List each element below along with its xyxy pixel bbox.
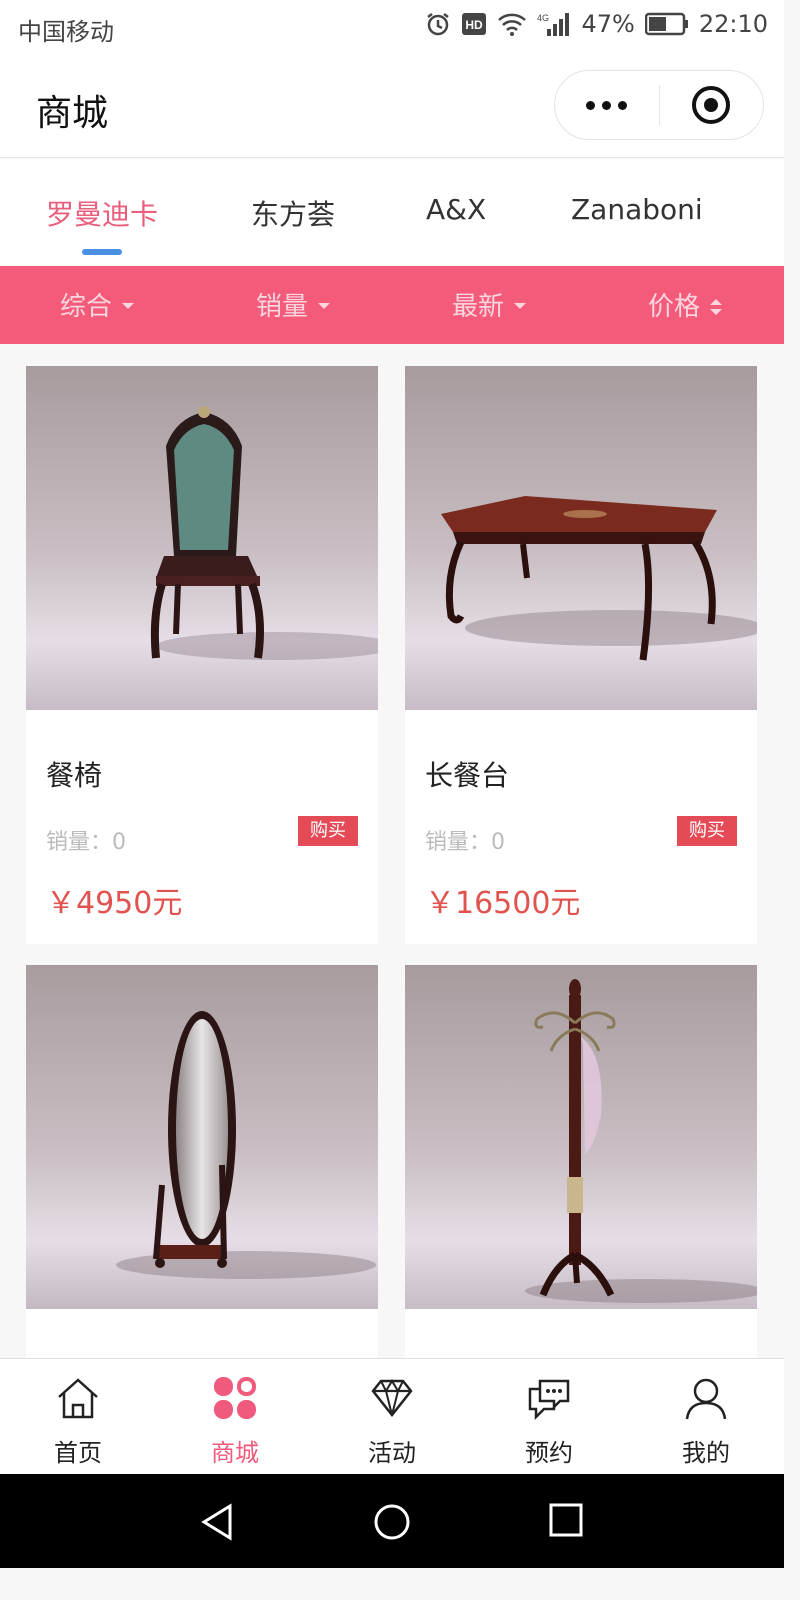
sort-newest[interactable]: 最新: [452, 286, 527, 323]
product-card[interactable]: 长餐台 销量：0 购买 ￥16500元: [405, 366, 757, 944]
tab-dongfanghui[interactable]: 东方荟: [251, 193, 335, 233]
svg-text:HD: HD: [466, 18, 484, 32]
tab-booking[interactable]: 预约: [471, 1359, 627, 1475]
product-sales: 销量：0: [46, 830, 126, 855]
clock: 22:10: [698, 10, 768, 38]
sort-price-label: 价格: [648, 292, 701, 322]
tab-mall-label: 商城: [211, 1439, 259, 1467]
carrier-label: 中国移动: [18, 18, 114, 46]
buy-button[interactable]: 购买: [677, 816, 737, 846]
caret-down-icon: [122, 302, 135, 309]
battery-percent: 47%: [581, 10, 635, 38]
svg-text:4G: 4G: [537, 13, 549, 23]
product-name: 长餐台: [425, 759, 510, 792]
tab-home[interactable]: 首页: [0, 1359, 156, 1475]
tab-activity[interactable]: 活动: [314, 1359, 470, 1475]
mini-program-capsule: [554, 70, 764, 140]
back-icon[interactable]: [198, 1502, 238, 1546]
sort-sales-label: 销量: [256, 292, 309, 322]
tab-mine[interactable]: 我的: [628, 1359, 784, 1475]
tab-home-label: 首页: [54, 1439, 102, 1467]
sort-sales[interactable]: 销量: [256, 286, 331, 323]
product-image-coat-rack[interactable]: [405, 965, 757, 1309]
system-nav-bar: [0, 1474, 784, 1568]
product-image-floor-mirror[interactable]: [26, 965, 378, 1309]
product-grid: 餐椅 销量：0 购买 ￥4950元 长餐台 销量：0 购买 ￥16500元: [0, 344, 784, 1358]
more-dots-icon[interactable]: [555, 70, 659, 140]
header: 商城: [0, 56, 784, 158]
status-bar: 中国移动 HD 4G 47% 22:10: [0, 0, 784, 56]
tab-mall[interactable]: 商城: [157, 1359, 313, 1475]
wifi-icon: [497, 11, 527, 37]
product-image-dining-table[interactable]: [405, 366, 757, 710]
active-tab-indicator: [82, 249, 122, 255]
battery-icon: [644, 12, 689, 36]
tab-booking-label: 预约: [525, 1439, 573, 1467]
tab-mine-label: 我的: [682, 1439, 730, 1467]
tab-zanaboni[interactable]: Zanaboni: [571, 193, 703, 226]
diamond-icon: [369, 1375, 415, 1425]
page-title: 商城: [36, 93, 109, 134]
sort-price[interactable]: 价格: [648, 286, 723, 323]
product-card[interactable]: 餐椅 销量：0 购买 ￥4950元: [26, 366, 378, 944]
tab-romandika[interactable]: 罗曼迪卡: [46, 193, 158, 233]
alarm-icon: [425, 11, 451, 37]
caret-down-icon: [514, 302, 527, 309]
product-card[interactable]: [405, 965, 757, 1358]
brand-tabs: 罗曼迪卡 东方荟 A&X Zanaboni: [0, 159, 784, 265]
target-close-icon[interactable]: [660, 70, 764, 140]
hd-icon: HD: [461, 12, 487, 36]
home-icon: [55, 1375, 101, 1425]
tab-activity-label: 活动: [368, 1439, 416, 1467]
product-sales: 销量：0: [425, 830, 505, 855]
product-price: ￥4950元: [46, 886, 183, 921]
signal-4g-icon: 4G: [537, 11, 571, 37]
user-icon: [683, 1375, 729, 1425]
status-icons: HD 4G 47% 22:10: [425, 10, 768, 38]
tab-ax[interactable]: A&X: [426, 193, 486, 226]
buy-button[interactable]: 购买: [298, 816, 358, 846]
home-circle-icon[interactable]: [372, 1502, 412, 1546]
product-price: ￥16500元: [425, 886, 581, 921]
bottom-tab-bar: 首页 商城 活动 预约 我的: [0, 1358, 784, 1474]
sort-updown-icon: [710, 298, 723, 315]
product-card[interactable]: [26, 965, 378, 1358]
product-image-dining-chair[interactable]: [26, 366, 378, 710]
sort-comprehensive-label: 综合: [60, 292, 113, 322]
sort-comprehensive[interactable]: 综合: [60, 286, 135, 323]
sort-bar: 综合 销量 最新 价格: [0, 266, 784, 344]
sort-newest-label: 最新: [452, 292, 505, 322]
mall-grid-icon: [212, 1375, 258, 1425]
caret-down-icon: [318, 302, 331, 309]
recents-icon[interactable]: [548, 1502, 584, 1542]
product-name: 餐椅: [46, 759, 103, 792]
chat-icon: [526, 1375, 572, 1425]
